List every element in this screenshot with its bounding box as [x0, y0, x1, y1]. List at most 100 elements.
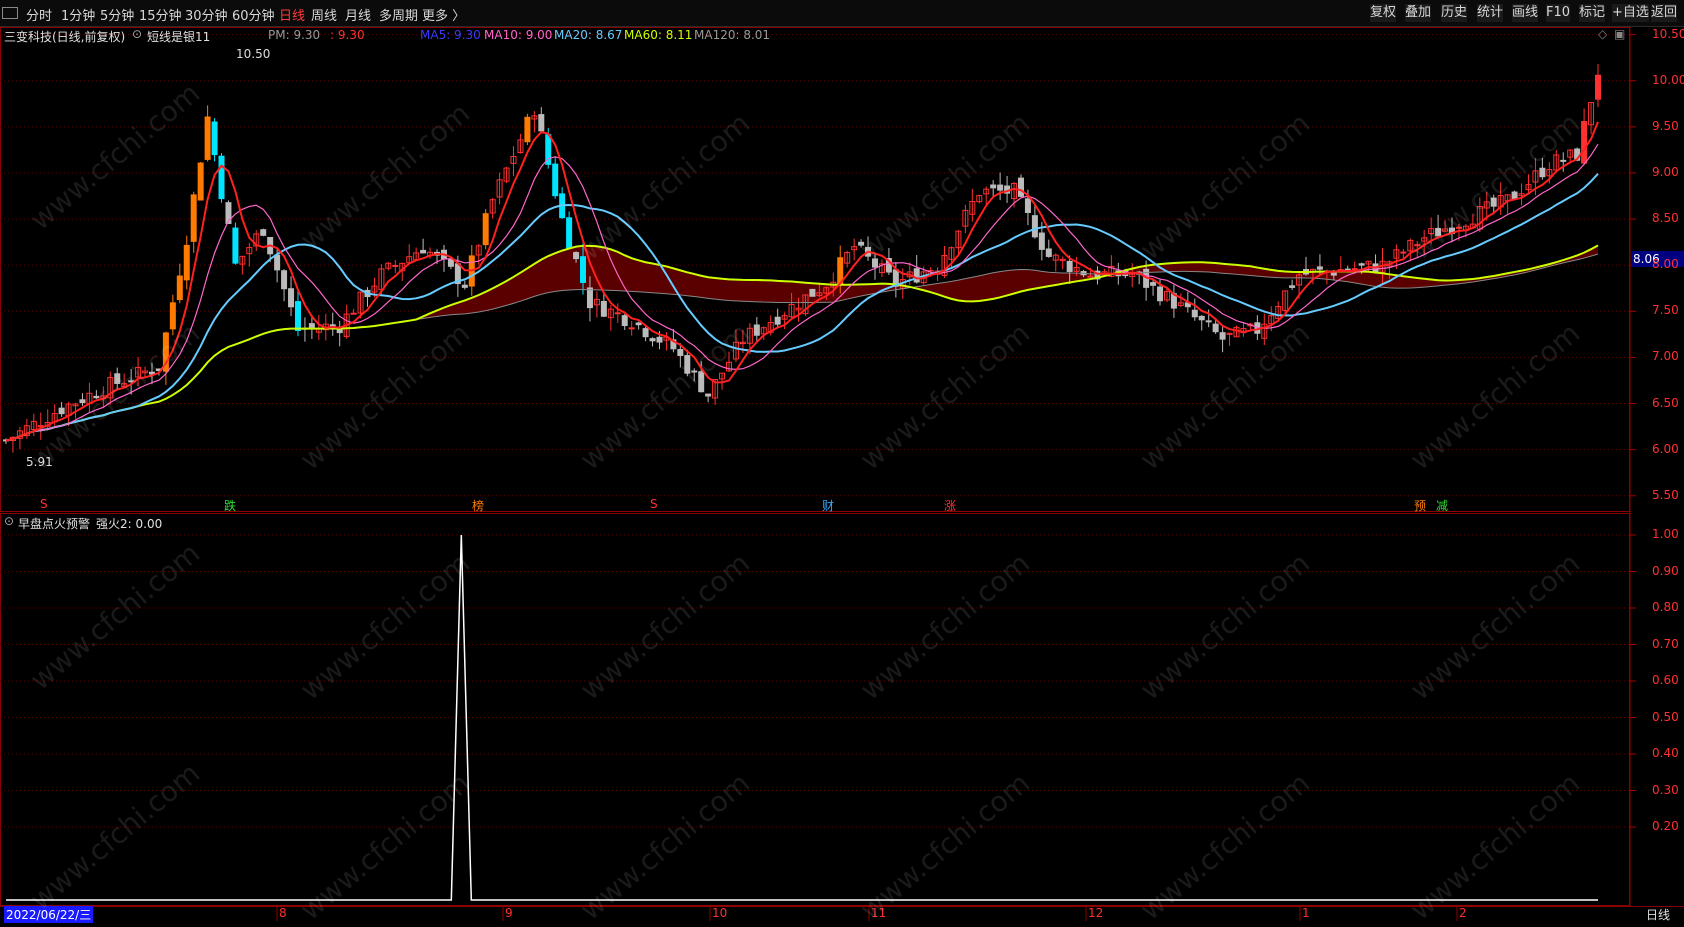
candle-body-171: [1191, 309, 1198, 318]
candle-body-13: [93, 395, 100, 399]
sub-tick-7: 0.30: [1652, 782, 1679, 797]
price-tick-1: 10.00: [1652, 72, 1684, 87]
period-tab-4[interactable]: 30分钟: [185, 5, 228, 24]
toolbar-button-4[interactable]: 画线: [1512, 4, 1539, 22]
candle-body-79: [552, 163, 559, 197]
candle-body-221: [1539, 167, 1546, 178]
toolbar-button-5[interactable]: F10: [1546, 4, 1571, 22]
high-price-marker: 10.50: [236, 47, 271, 61]
candle-body-88: [614, 312, 621, 315]
candle-body-64: [447, 259, 454, 267]
candle-body-125: [871, 258, 878, 268]
candle-body-131: [913, 268, 920, 283]
date-tick-4: 11: [871, 906, 887, 920]
candle-body-146: [1017, 177, 1024, 197]
toolbar-button-8[interactable]: 返回: [1651, 4, 1678, 22]
candle-body-195: [1358, 263, 1365, 266]
diamond-icon[interactable]: ◇: [1598, 27, 1607, 41]
period-tab-7[interactable]: 周线: [311, 5, 337, 24]
sub-indicator-value: 强火2: 0.00: [96, 517, 163, 531]
candle-body-98: [684, 355, 691, 374]
toolbar-button-6[interactable]: 标记: [1579, 4, 1606, 22]
candle-body-66: [461, 284, 468, 288]
ma120-label: MA120: 8.01: [694, 28, 771, 42]
candle-body-116: [809, 288, 816, 297]
sub-indicator-title[interactable]: 早盘点火预警: [18, 515, 90, 532]
candle-body-25: [176, 275, 183, 301]
candle-body-108: [753, 324, 760, 336]
period-tab-6[interactable]: 日线: [279, 5, 305, 24]
sub-toggle-icon[interactable]: ⊙: [4, 514, 14, 528]
candle-body-94: [656, 336, 663, 343]
candle-body-173: [1205, 320, 1212, 323]
candle-body-214: [1490, 197, 1497, 207]
price-tick-2: 9.50: [1652, 118, 1679, 133]
pm-value: : 9.30: [330, 28, 365, 42]
kline-chart-svg: [0, 27, 1636, 921]
stock-title: 三变科技(日线,前复权): [4, 30, 126, 44]
candle-body-201: [1400, 251, 1407, 254]
candle-body-92: [642, 328, 649, 338]
date-tick-2: 9: [505, 906, 513, 920]
date-tick-5: 12: [1088, 906, 1104, 920]
candle-body-29: [204, 116, 211, 160]
price-tick-6: 7.50: [1652, 303, 1679, 318]
period-tab-8[interactable]: 月线: [345, 5, 371, 24]
price-tick-10: 5.50: [1652, 487, 1679, 502]
price-tick-5: 8.00: [1652, 257, 1679, 272]
candle-body-147: [1024, 198, 1031, 213]
period-tab-3[interactable]: 15分钟: [139, 5, 182, 24]
candle-body-83: [580, 256, 587, 283]
candle-body-172: [1198, 315, 1205, 321]
candle-body-149: [1038, 232, 1045, 250]
ma-band-fill: [6, 245, 1598, 441]
date-tick-8[interactable]: 日线: [1646, 906, 1670, 923]
period-tab-0[interactable]: 分时: [26, 5, 52, 24]
candle-body-227: [1581, 121, 1588, 164]
candle-body-194: [1351, 268, 1358, 271]
ma60-label: MA60: 8.11: [624, 28, 693, 42]
candle-body-44: [308, 323, 315, 328]
candle-body-84: [586, 287, 593, 309]
window-icon[interactable]: ▣: [1614, 27, 1625, 41]
date-tick-0: 2022/06/22/三: [4, 906, 94, 923]
toolbar-button-2[interactable]: 历史: [1441, 4, 1468, 22]
candle-body-86: [600, 300, 607, 317]
candle-body-174: [1212, 323, 1219, 333]
period-tab-2[interactable]: 5分钟: [100, 5, 134, 24]
candle-body-100: [698, 371, 705, 393]
sub-tick-8: 0.20: [1652, 819, 1679, 833]
sub-tick-6: 0.40: [1652, 746, 1679, 760]
sub-tick-5: 0.50: [1652, 709, 1679, 724]
toolbar-button-1[interactable]: 叠加: [1405, 4, 1432, 22]
sub-tick-1: 0.90: [1652, 563, 1679, 578]
sub-tick-3: 0.70: [1652, 636, 1679, 651]
price-tick-0: 10.50: [1652, 26, 1684, 41]
date-tick-1: 8: [279, 906, 287, 920]
period-tab-1[interactable]: 1分钟: [61, 5, 95, 24]
candle-body-40: [281, 270, 288, 290]
candle-body-153: [1066, 260, 1073, 273]
indicator-name[interactable]: 短线是银11: [147, 28, 210, 45]
period-tab-5[interactable]: 60分钟: [232, 5, 275, 24]
candle-body-150: [1045, 248, 1052, 257]
candle-body-101: [705, 393, 712, 397]
candle-body-47: [329, 324, 336, 327]
toolbar-button-0[interactable]: 复权: [1370, 4, 1397, 22]
candle-body-75: [524, 116, 531, 143]
candle-body-37: [260, 229, 267, 236]
candle-body-42: [294, 301, 301, 331]
candle-body-30: [211, 121, 218, 156]
signal-marker-5: 涨: [944, 499, 957, 513]
period-tab-9[interactable]: 多周期: [379, 5, 418, 24]
signal-marker-3: S: [650, 497, 658, 511]
indicator-toggle-icon[interactable]: ⊙: [132, 27, 142, 41]
signal-marker-6: 预: [1414, 499, 1427, 513]
period-tab-10[interactable]: 更多 〉: [422, 5, 465, 24]
candle-body-31: [218, 155, 225, 200]
toolbar-button-7[interactable]: +自选: [1612, 4, 1649, 22]
candle-body-217: [1511, 191, 1518, 200]
toolbar-button-3[interactable]: 统计: [1477, 4, 1504, 22]
ma20-label: MA20: 8.67: [554, 28, 623, 42]
candle-body-11: [79, 399, 86, 404]
